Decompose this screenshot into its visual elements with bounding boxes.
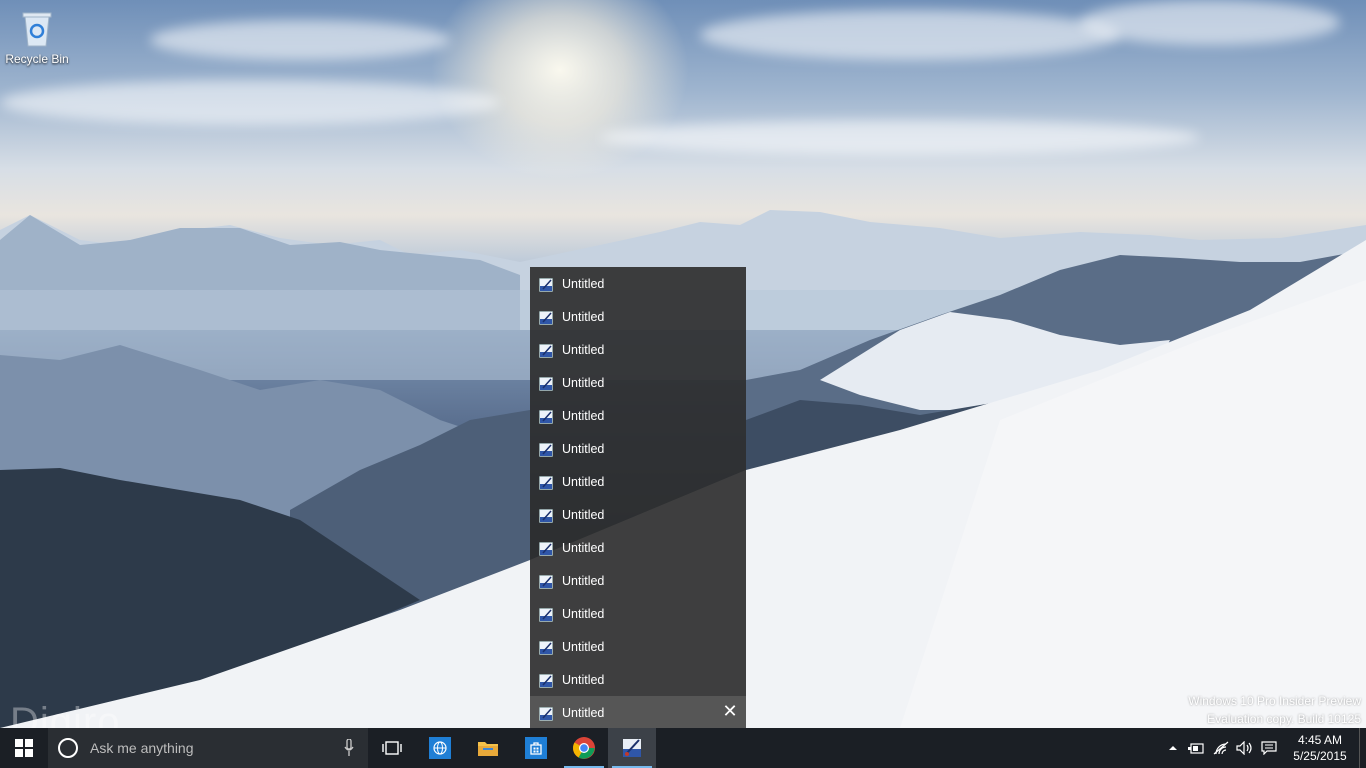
- task-view-button[interactable]: [368, 728, 416, 768]
- jump-list-item-label: Untitled: [562, 441, 605, 456]
- paint-document-icon: [539, 607, 553, 622]
- jump-list-item[interactable]: Untitled ✕: [530, 696, 746, 729]
- task-view-icon: [382, 741, 402, 755]
- cortana-search-box[interactable]: Ask me anything: [48, 728, 368, 768]
- jump-list-item[interactable]: Untitled: [530, 366, 746, 399]
- store-button[interactable]: [512, 728, 560, 768]
- jump-list-item-label: Untitled: [562, 276, 605, 291]
- watermark-edition: Windows 10 Pro Insider Preview: [1188, 694, 1361, 708]
- start-button[interactable]: [0, 728, 48, 768]
- jump-list-item[interactable]: Untitled: [530, 432, 746, 465]
- clock-time: 4:45 AM: [1297, 733, 1343, 747]
- jump-list-item[interactable]: Untitled: [530, 630, 746, 663]
- microphone-icon[interactable]: [344, 739, 354, 757]
- system-tray: 4:45 AM 5/25/2015: [1161, 728, 1366, 768]
- recycle-bin-shortcut[interactable]: Recycle Bin: [4, 8, 70, 66]
- paint-document-icon: [539, 574, 553, 589]
- volume-button[interactable]: [1233, 728, 1257, 768]
- build-watermark: Windows 10 Pro Insider Preview Evaluatio…: [1188, 692, 1361, 728]
- recycle-bin-label: Recycle Bin: [5, 52, 69, 66]
- close-icon[interactable]: ✕: [722, 703, 738, 721]
- jump-list-item-label: Untitled: [562, 639, 605, 654]
- jump-list-item-label: Untitled: [562, 672, 605, 687]
- paint-document-icon: [539, 640, 553, 655]
- paint-document-icon: [539, 508, 553, 523]
- show-desktop-button[interactable]: [1359, 728, 1366, 768]
- paint-icon: [623, 739, 641, 757]
- jump-list-item-label: Untitled: [562, 606, 605, 621]
- paint-document-icon: [539, 541, 553, 556]
- jump-list-item[interactable]: Untitled: [530, 399, 746, 432]
- notification-icon: [1261, 741, 1277, 755]
- jump-list-item[interactable]: Untitled: [530, 663, 746, 696]
- wifi-icon: [1213, 741, 1229, 755]
- paint-document-icon: [539, 706, 553, 721]
- battery-icon: [1188, 743, 1204, 754]
- paint-document-icon: [539, 475, 553, 490]
- jump-list-item-label: Untitled: [562, 573, 605, 588]
- jump-list-item-label: Untitled: [562, 474, 605, 489]
- jump-list-item-label: Untitled: [562, 342, 605, 357]
- clock[interactable]: 4:45 AM 5/25/2015: [1281, 732, 1359, 764]
- paint-document-icon: [539, 442, 553, 457]
- jump-list: Untitled Untitled Untitled Untitled Untitled…: [530, 267, 746, 729]
- search-placeholder: Ask me anything: [90, 740, 194, 756]
- jump-list-item[interactable]: Untitled: [530, 300, 746, 333]
- jump-list-item[interactable]: Untitled: [530, 564, 746, 597]
- jump-list-item-label: Untitled: [562, 705, 605, 720]
- battery-power-button[interactable]: [1185, 728, 1209, 768]
- paint-document-icon: [539, 409, 553, 424]
- jump-list-item-label: Untitled: [562, 507, 605, 522]
- jump-list-item-label: Untitled: [562, 408, 605, 423]
- watermark-build: Evaluation copy. Build 10125: [1207, 712, 1361, 726]
- jump-list-item-label: Untitled: [562, 540, 605, 555]
- paint-document-icon: [539, 343, 553, 358]
- clock-date: 5/25/2015: [1293, 749, 1347, 763]
- recycle-bin-icon: [20, 8, 54, 48]
- jump-list-item[interactable]: Untitled: [530, 597, 746, 630]
- paint-document-icon: [539, 376, 553, 391]
- jump-list-item[interactable]: Untitled: [530, 333, 746, 366]
- taskbar: Ask me anything 4:45 AM 5/25/2015: [0, 728, 1366, 768]
- show-hidden-icons-button[interactable]: [1161, 728, 1185, 768]
- store-icon: [525, 737, 547, 759]
- paint-document-icon: [539, 310, 553, 325]
- file-explorer-button[interactable]: [464, 728, 512, 768]
- network-button[interactable]: [1209, 728, 1233, 768]
- windows-logo-icon: [15, 739, 33, 757]
- jump-list-item[interactable]: Untitled: [530, 465, 746, 498]
- paint-document-icon: [539, 673, 553, 688]
- cortana-icon: [58, 738, 78, 758]
- paint-document-icon: [539, 277, 553, 292]
- jump-list-item-label: Untitled: [562, 375, 605, 390]
- folder-icon: [478, 742, 498, 756]
- desktop: Recycle Bin Untitled Untitled Untitled Unti…: [0, 0, 1366, 768]
- chrome-icon: [573, 737, 595, 759]
- globe-icon: [429, 737, 451, 759]
- internet-explorer-button[interactable]: [416, 728, 464, 768]
- chrome-button[interactable]: [560, 728, 608, 768]
- jump-list-item[interactable]: Untitled: [530, 498, 746, 531]
- jump-list-item-label: Untitled: [562, 309, 605, 324]
- action-center-button[interactable]: [1257, 728, 1281, 768]
- jump-list-item[interactable]: Untitled: [530, 267, 746, 300]
- paint-app-button[interactable]: [608, 728, 656, 768]
- chevron-up-icon: [1169, 746, 1177, 750]
- speaker-icon: [1236, 741, 1252, 755]
- jump-list-item[interactable]: Untitled: [530, 531, 746, 564]
